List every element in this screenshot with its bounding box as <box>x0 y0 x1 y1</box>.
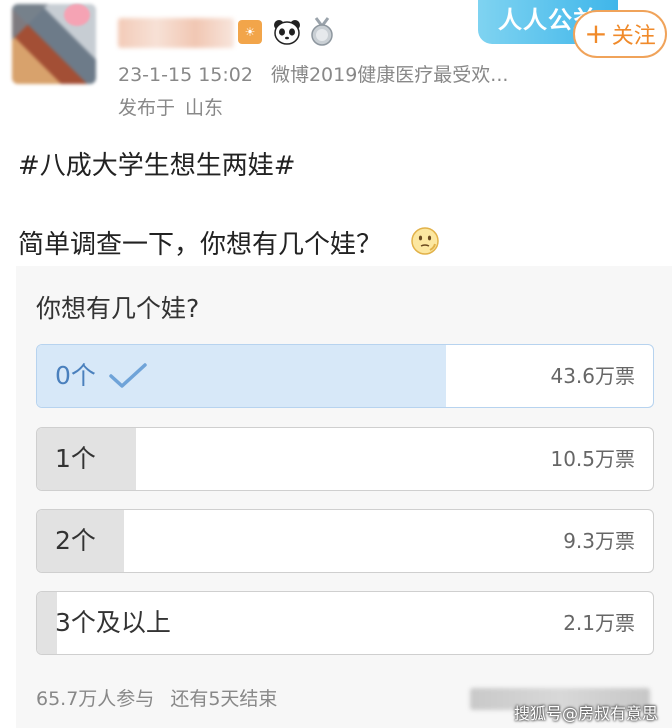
poll-option-votes: 9.3万票 <box>563 529 635 553</box>
poll-option-label: 2个 <box>55 526 96 555</box>
poll-option[interactable]: 3个及以上 2.1万票 <box>36 591 654 655</box>
poll-participants: 65.7万人参与 <box>36 688 155 710</box>
watermark: 搜狐号@房叔有意思 <box>514 704 659 723</box>
follow-label: 关注 <box>611 24 656 49</box>
location-prefix: 发布于 <box>118 97 176 119</box>
poll-option-label: 1个 <box>55 444 96 473</box>
poll-option-bar <box>37 345 447 407</box>
poll-option-votes: 10.5万票 <box>550 447 635 471</box>
poll-option[interactable]: 2个 9.3万票 <box>36 509 654 573</box>
follow-button[interactable]: + 关注 <box>573 10 667 58</box>
plus-icon: + <box>584 17 608 50</box>
poll-card <box>16 266 672 728</box>
username-redacted[interactable] <box>118 18 234 48</box>
post-meta: 23-1-15 15:02 微博2019健康医疗最受欢... <box>118 60 508 87</box>
post-datetime: 23-1-15 15:02 <box>118 64 253 86</box>
medal-badge-icon[interactable] <box>308 16 336 46</box>
poll-option-label: 0个 <box>55 361 96 390</box>
location-name: 山东 <box>185 97 224 119</box>
poll-remaining: 还有5天结束 <box>170 688 278 710</box>
poll-option-votes: 2.1万票 <box>563 611 635 635</box>
panda-badge-icon[interactable] <box>272 18 302 46</box>
avatar-decoration <box>64 4 90 26</box>
poll-option-votes: 43.6万票 <box>550 364 635 388</box>
post-text: 简单调查一下，你想有几个娃？ <box>18 230 383 260</box>
poll-option-bar <box>37 592 57 654</box>
poll-footer: 65.7万人参与 还有5天结束 <box>36 684 277 711</box>
vip-badge-icon[interactable]: ☀ <box>238 20 262 44</box>
post-source[interactable]: 微博2019健康医疗最受欢... <box>271 64 508 86</box>
check-icon <box>109 363 147 388</box>
hashtag-topic[interactable]: #八成大学生想生两娃# <box>18 145 296 182</box>
poll-option[interactable]: 0个 43.6万票 <box>36 344 654 408</box>
thinking-face-emoji-icon <box>411 227 439 255</box>
post-location: 发布于 山东 <box>118 93 223 120</box>
poll-question: 你想有几个娃? <box>36 294 200 323</box>
poll-option[interactable]: 1个 10.5万票 <box>36 427 654 491</box>
poll-option-label: 3个及以上 <box>55 608 171 637</box>
